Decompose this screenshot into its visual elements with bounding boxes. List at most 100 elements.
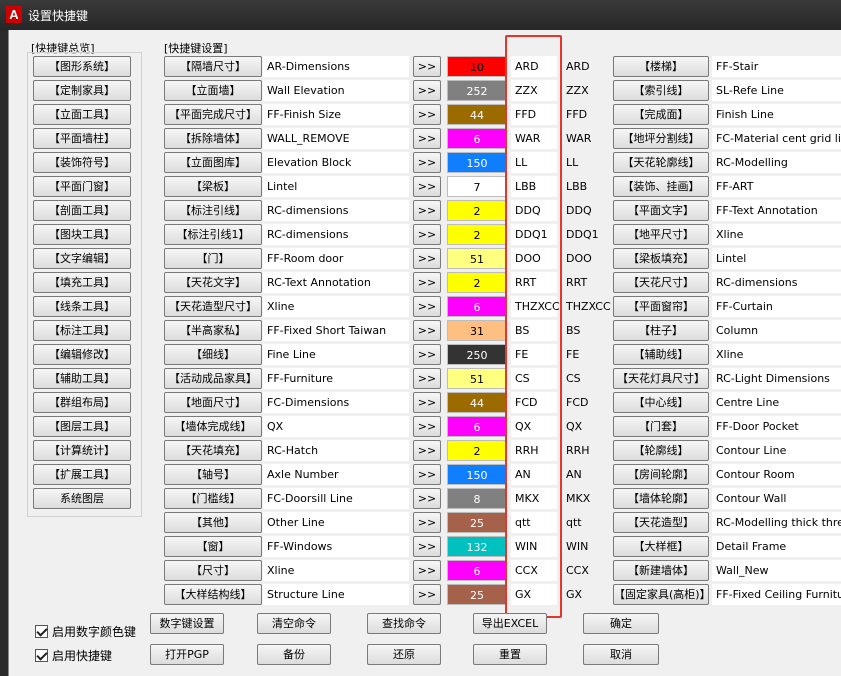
layer-desc-field-right[interactable]: Wall_New bbox=[712, 560, 841, 581]
layer-name-button-right[interactable]: 【新建墙体】 bbox=[613, 560, 709, 581]
category-button[interactable]: 【填充工具】 bbox=[33, 272, 131, 293]
layer-name-button-right[interactable]: 【天花尺寸】 bbox=[613, 272, 709, 293]
layer-name-button[interactable]: 【其他】 bbox=[164, 512, 262, 533]
layer-name-button-right[interactable]: 【房间轮廓】 bbox=[613, 464, 709, 485]
arrow-button[interactable]: >> bbox=[413, 296, 441, 317]
number-key-settings-button[interactable]: 数字键设置 bbox=[150, 613, 224, 634]
command-input[interactable]: RRT bbox=[511, 272, 557, 293]
command-input[interactable]: ZZX bbox=[511, 80, 557, 101]
layer-desc-field-right[interactable]: Column bbox=[712, 320, 841, 341]
command-input[interactable]: FFD bbox=[511, 104, 557, 125]
layer-desc-field-right[interactable]: FF-Curtain bbox=[712, 296, 841, 317]
layer-desc-field-right[interactable]: Detail Frame bbox=[712, 536, 841, 557]
layer-desc-field[interactable]: QX bbox=[263, 416, 409, 437]
layer-desc-field-right[interactable]: RC-dimensions bbox=[712, 272, 841, 293]
layer-name-button-right[interactable]: 【辅助线】 bbox=[613, 344, 709, 365]
command-input[interactable]: qtt bbox=[511, 512, 557, 533]
arrow-button[interactable]: >> bbox=[413, 80, 441, 101]
layer-name-button[interactable]: 【活动成品家具】 bbox=[164, 368, 262, 389]
category-button[interactable]: 【标注工具】 bbox=[33, 320, 131, 341]
category-button[interactable]: 【计算统计】 bbox=[33, 440, 131, 461]
layer-name-button-right[interactable]: 【大样框】 bbox=[613, 536, 709, 557]
layer-desc-field[interactable]: FF-Room door bbox=[263, 248, 409, 269]
color-number-cell[interactable]: 2 bbox=[447, 224, 507, 245]
layer-name-button-right[interactable]: 【轮廓线】 bbox=[613, 440, 709, 461]
arrow-button[interactable]: >> bbox=[413, 344, 441, 365]
color-number-cell[interactable]: 6 bbox=[447, 416, 507, 437]
color-number-cell[interactable]: 25 bbox=[447, 584, 507, 605]
arrow-button[interactable]: >> bbox=[413, 536, 441, 557]
layer-desc-field-right[interactable]: Lintel bbox=[712, 248, 841, 269]
color-number-cell[interactable]: 250 bbox=[447, 344, 507, 365]
layer-name-button-right[interactable]: 【梁板填充】 bbox=[613, 248, 709, 269]
layer-name-button-right[interactable]: 【索引线】 bbox=[613, 80, 709, 101]
arrow-button[interactable]: >> bbox=[413, 368, 441, 389]
category-button[interactable]: 【扩展工具】 bbox=[33, 464, 131, 485]
layer-desc-field-right[interactable]: Contour Line bbox=[712, 440, 841, 461]
layer-desc-field[interactable]: FF-Finish Size bbox=[263, 104, 409, 125]
layer-name-button[interactable]: 【天花造型尺寸】 bbox=[164, 296, 262, 317]
color-number-cell[interactable]: 132 bbox=[447, 536, 507, 557]
layer-name-button-right[interactable]: 【平面窗帘】 bbox=[613, 296, 709, 317]
export-excel-button[interactable]: 导出EXCEL bbox=[473, 613, 547, 634]
layer-desc-field-right[interactable]: FF-Fixed Ceiling Furniture bbox=[712, 584, 841, 605]
layer-desc-field[interactable]: RC-dimensions bbox=[263, 224, 409, 245]
layer-name-button[interactable]: 【平面完成尺寸】 bbox=[164, 104, 262, 125]
category-button[interactable]: 【编辑修改】 bbox=[33, 344, 131, 365]
layer-desc-field-right[interactable]: Xline bbox=[712, 344, 841, 365]
command-input[interactable]: QX bbox=[511, 416, 557, 437]
command-input[interactable]: DDQ1 bbox=[511, 224, 557, 245]
category-button[interactable]: 【线条工具】 bbox=[33, 296, 131, 317]
layer-name-button-right[interactable]: 【固定家具(高柜)】 bbox=[613, 584, 709, 605]
category-button[interactable]: 【装饰符号】 bbox=[33, 152, 131, 173]
layer-desc-field-right[interactable]: FF-Text Annotation bbox=[712, 200, 841, 221]
layer-desc-field-right[interactable]: FF-Door Pocket bbox=[712, 416, 841, 437]
command-input[interactable]: LL bbox=[511, 152, 557, 173]
color-number-cell[interactable]: 6 bbox=[447, 560, 507, 581]
layer-desc-field[interactable]: Wall Elevation bbox=[263, 80, 409, 101]
color-number-cell[interactable]: 44 bbox=[447, 104, 507, 125]
layer-desc-field-right[interactable]: SL-Refe Line bbox=[712, 80, 841, 101]
color-number-cell[interactable]: 8 bbox=[447, 488, 507, 509]
layer-desc-field-right[interactable]: Centre Line bbox=[712, 392, 841, 413]
layer-name-button[interactable]: 【立面墙】 bbox=[164, 80, 262, 101]
layer-name-button[interactable]: 【半高家私】 bbox=[164, 320, 262, 341]
backup-button[interactable]: 备份 bbox=[257, 644, 331, 665]
arrow-button[interactable]: >> bbox=[413, 320, 441, 341]
category-button[interactable]: 【辅助工具】 bbox=[33, 368, 131, 389]
category-button[interactable]: 【图层工具】 bbox=[33, 416, 131, 437]
layer-desc-field[interactable]: AR-Dimensions bbox=[263, 56, 409, 77]
layer-desc-field[interactable]: FC-Doorsill Line bbox=[263, 488, 409, 509]
command-input[interactable]: ARD bbox=[511, 56, 557, 77]
command-input[interactable]: AN bbox=[511, 464, 557, 485]
color-number-cell[interactable]: 25 bbox=[447, 512, 507, 533]
layer-desc-field-right[interactable]: FF-ART bbox=[712, 176, 841, 197]
arrow-button[interactable]: >> bbox=[413, 416, 441, 437]
color-number-cell[interactable]: 2 bbox=[447, 272, 507, 293]
restore-button[interactable]: 还原 bbox=[367, 644, 441, 665]
layer-desc-field[interactable]: FC-Dimensions bbox=[263, 392, 409, 413]
arrow-button[interactable]: >> bbox=[413, 464, 441, 485]
command-input[interactable]: CCX bbox=[511, 560, 557, 581]
layer-name-button-right[interactable]: 【装饰、挂画】 bbox=[613, 176, 709, 197]
layer-desc-field-right[interactable]: FF-Stair bbox=[712, 56, 841, 77]
command-input[interactable]: WAR bbox=[511, 128, 557, 149]
layer-name-button[interactable]: 【地面尺寸】 bbox=[164, 392, 262, 413]
command-input[interactable]: DDQ bbox=[511, 200, 557, 221]
color-number-cell[interactable]: 44 bbox=[447, 392, 507, 413]
layer-name-button[interactable]: 【门槛线】 bbox=[164, 488, 262, 509]
open-pgp-button[interactable]: 打开PGP bbox=[150, 644, 224, 665]
reset-button[interactable]: 重置 bbox=[473, 644, 547, 665]
color-number-cell[interactable]: 6 bbox=[447, 296, 507, 317]
enable-shortcut-checkbox[interactable]: 启用快捷键 bbox=[35, 647, 112, 664]
layer-name-button[interactable]: 【拆除墙体】 bbox=[164, 128, 262, 149]
arrow-button[interactable]: >> bbox=[413, 512, 441, 533]
layer-name-button-right[interactable]: 【门套】 bbox=[613, 416, 709, 437]
layer-name-button-right[interactable]: 【平面文字】 bbox=[613, 200, 709, 221]
layer-desc-field-right[interactable]: Finish Line bbox=[712, 104, 841, 125]
category-button[interactable]: 【群组布局】 bbox=[33, 392, 131, 413]
layer-name-button[interactable]: 【尺寸】 bbox=[164, 560, 262, 581]
arrow-button[interactable]: >> bbox=[413, 248, 441, 269]
layer-name-button[interactable]: 【天花文字】 bbox=[164, 272, 262, 293]
arrow-button[interactable]: >> bbox=[413, 200, 441, 221]
